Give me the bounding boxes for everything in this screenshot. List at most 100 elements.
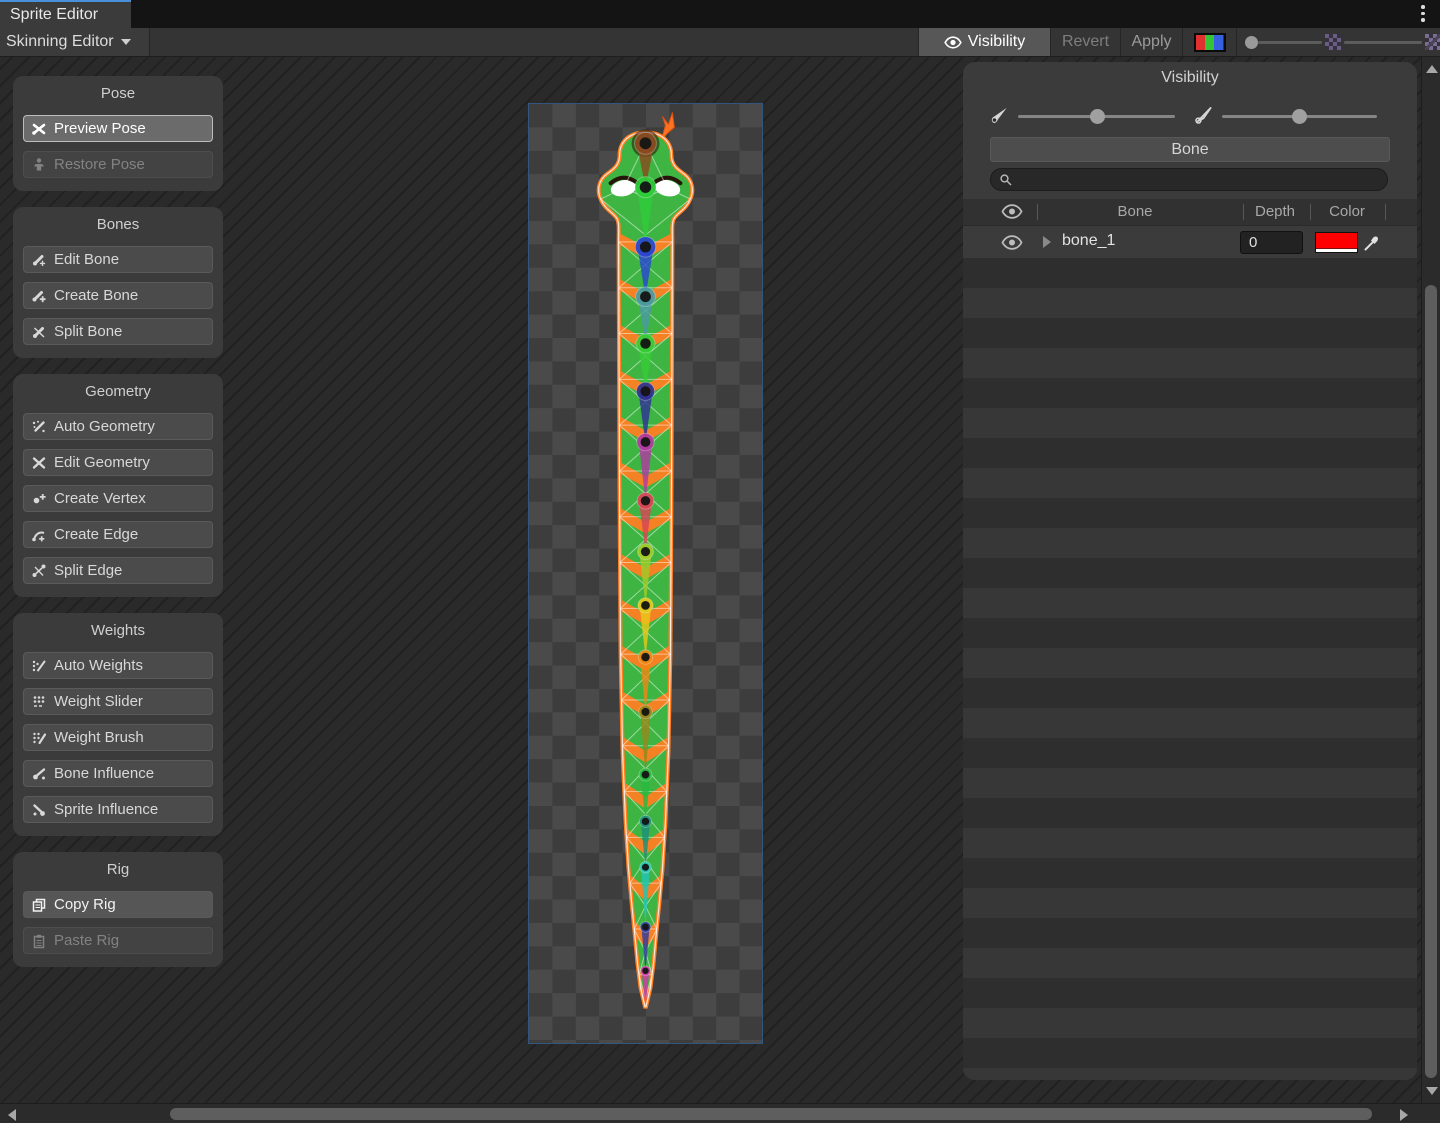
panel-title: Pose xyxy=(23,85,213,102)
tab-sprite-editor[interactable]: Sprite Editor xyxy=(0,0,131,28)
apply-button[interactable]: Apply xyxy=(1120,28,1182,56)
button-label: Auto Geometry xyxy=(54,418,155,435)
scroll-left-icon[interactable] xyxy=(8,1109,16,1121)
split-edge-button[interactable]: Split Edge xyxy=(23,557,213,584)
bone-list-row xyxy=(963,318,1417,348)
kebab-menu-icon[interactable] xyxy=(1416,5,1430,23)
eye-icon xyxy=(944,36,962,49)
button-label: Auto Weights xyxy=(54,657,143,674)
bone-list-row xyxy=(963,408,1417,438)
button-label: Paste Rig xyxy=(54,932,119,949)
scroll-up-icon[interactable] xyxy=(1426,65,1438,73)
sprite-canvas[interactable] xyxy=(528,103,763,1044)
scroll-right-icon[interactable] xyxy=(1400,1109,1408,1121)
button-label: Preview Pose xyxy=(54,120,146,137)
bone-opacity-knob[interactable] xyxy=(1090,109,1105,124)
panel-title: Rig xyxy=(23,861,213,878)
depth-field[interactable]: 0 xyxy=(1240,231,1303,254)
weight-slider-icon xyxy=(31,694,47,710)
visibility-label: Visibility xyxy=(968,33,1026,51)
restore-pose-button[interactable]: Restore Pose xyxy=(23,151,213,178)
copy-rig-button[interactable]: Copy Rig xyxy=(23,891,213,918)
opacity-sliders xyxy=(1236,28,1440,56)
bone-color-swatch[interactable] xyxy=(1315,232,1358,253)
preview-pose-button[interactable]: Preview Pose xyxy=(23,115,213,142)
horizontal-scroll-thumb[interactable] xyxy=(170,1108,1372,1120)
sprite-opacity-icon xyxy=(1325,34,1341,50)
revert-button[interactable]: Revert xyxy=(1050,28,1120,56)
bone-name: bone_1 xyxy=(1062,232,1115,250)
bone-split-icon xyxy=(31,324,47,340)
panel-rig: Rig Copy Rig Paste Rig xyxy=(13,852,223,967)
visibility-panel: Visibility Bone Bone Depth Color xyxy=(963,62,1417,1080)
sprite-opacity-track[interactable] xyxy=(1258,41,1322,44)
expand-arrow-icon[interactable] xyxy=(1043,236,1051,248)
geo-edit-icon xyxy=(31,455,47,471)
tab-label: Sprite Editor xyxy=(10,6,98,23)
split-bone-button[interactable]: Split Bone xyxy=(23,318,213,345)
bone-list-row xyxy=(963,648,1417,678)
bone-tab[interactable]: Bone xyxy=(990,137,1390,162)
create-edge-button[interactable]: Create Edge xyxy=(23,521,213,548)
header-depth: Depth xyxy=(1246,203,1304,220)
bone-list-row xyxy=(963,858,1417,888)
sprite-opacity-knob[interactable] xyxy=(1245,36,1258,49)
bone-list-row xyxy=(963,378,1417,408)
edit-bone-button[interactable]: Edit Bone xyxy=(23,246,213,273)
weights-auto-icon xyxy=(31,658,47,674)
bone-list-row xyxy=(963,618,1417,648)
bone-search-input[interactable] xyxy=(1018,169,1387,190)
bone-outline-icon xyxy=(1194,105,1214,125)
edit-geometry-button[interactable]: Edit Geometry xyxy=(23,449,213,476)
bone-row: bone_1 0 xyxy=(963,227,1417,258)
create-vertex-button[interactable]: Create Vertex xyxy=(23,485,213,512)
button-label: Create Vertex xyxy=(54,490,146,507)
tool-panels: PosePreview PoseRestore PoseBonesEdit Bo… xyxy=(13,76,223,967)
bone-list-row xyxy=(963,678,1417,708)
weight-slider-button[interactable]: Weight Slider xyxy=(23,688,213,715)
sprite-influence-button[interactable]: Sprite Influence xyxy=(23,796,213,823)
mesh-opacity-knob[interactable] xyxy=(1292,109,1307,124)
bone-influence-button[interactable]: Bone Influence xyxy=(23,760,213,787)
auto-weights-button[interactable]: Auto Weights xyxy=(23,652,213,679)
scroll-down-icon[interactable] xyxy=(1426,1087,1438,1095)
button-label: Edit Geometry xyxy=(54,454,150,471)
swatch-cell xyxy=(1182,28,1236,56)
panel-title: Weights xyxy=(23,622,213,639)
bone-list-row xyxy=(963,1068,1417,1080)
vertex-create-icon xyxy=(31,491,47,507)
bone-list-row xyxy=(963,738,1417,768)
create-bone-button[interactable]: Create Bone xyxy=(23,282,213,309)
bone-edit-icon xyxy=(31,252,47,268)
button-label: Restore Pose xyxy=(54,156,145,173)
bone-list-stripes xyxy=(963,258,1417,1080)
bone-visibility-eye-icon[interactable] xyxy=(1001,235,1023,255)
bone-list-row xyxy=(963,498,1417,528)
rig-copy-icon xyxy=(31,897,47,913)
pose-preview-icon xyxy=(31,121,47,137)
bone-filled-icon xyxy=(990,105,1010,125)
eyedropper-icon[interactable] xyxy=(1361,232,1383,253)
button-label: Weight Slider xyxy=(54,693,143,710)
header-eye-icon[interactable] xyxy=(1001,204,1023,223)
vertical-scrollbar[interactable] xyxy=(1421,57,1440,1103)
auto-geometry-button[interactable]: Auto Geometry xyxy=(23,413,213,440)
color-channels-button[interactable] xyxy=(1194,33,1226,52)
bone-list-row xyxy=(963,798,1417,828)
paste-rig-button[interactable]: Paste Rig xyxy=(23,927,213,954)
horizontal-scrollbar[interactable] xyxy=(0,1103,1440,1123)
panel-bones: BonesEdit BoneCreate BoneSplit Bone xyxy=(13,207,223,358)
skinning-editor-dropdown[interactable]: Skinning Editor xyxy=(0,28,150,56)
bone-list-row xyxy=(963,828,1417,858)
weight-brush-button[interactable]: Weight Brush xyxy=(23,724,213,751)
panel-geometry: GeometryAuto GeometryEdit GeometryCreate… xyxy=(13,374,223,597)
panel-weights: Weights Auto Weights Weight Slider Weight B… xyxy=(13,613,223,836)
mode-label: Skinning Editor xyxy=(6,33,114,50)
search-icon xyxy=(999,173,1013,187)
weights-opacity-track[interactable] xyxy=(1344,41,1422,44)
vertical-scroll-thumb[interactable] xyxy=(1425,285,1437,1078)
toolbar: Skinning Editor Visibility Revert Apply xyxy=(0,28,1440,57)
visibility-toggle-button[interactable]: Visibility xyxy=(918,28,1050,56)
pose-restore-icon xyxy=(31,157,47,173)
bone-search[interactable] xyxy=(990,168,1388,191)
